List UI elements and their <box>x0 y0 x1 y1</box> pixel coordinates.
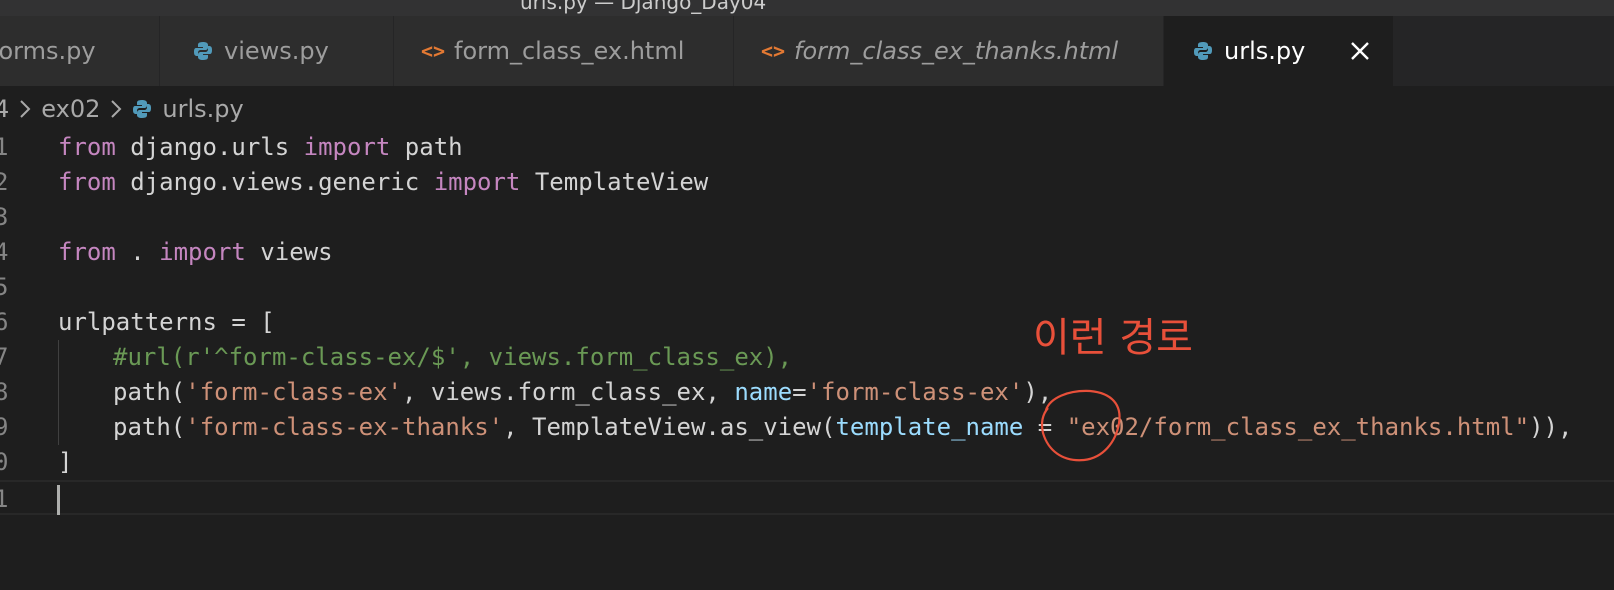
text-cursor <box>57 485 60 515</box>
python-icon <box>132 99 152 119</box>
window-title: urls.py — Django_Day04 <box>520 0 767 14</box>
indent-guide <box>58 410 59 445</box>
annotation-label: 이런 경로 <box>1033 315 1193 361</box>
line-number: 9 <box>0 413 9 441</box>
line-number: 3 <box>0 203 9 231</box>
line-number: 7 <box>0 343 9 371</box>
breadcrumb: 4 ex02 urls.py <box>0 86 1614 132</box>
code-line: 0 ] <box>0 445 1614 480</box>
tab-label: form_class_ex_thanks.html <box>794 37 1119 65</box>
tab-label: form_class_ex.html <box>454 37 685 65</box>
code-line: 8 path('form-class-ex', views.form_class… <box>0 375 1614 410</box>
code-line: 4 from . import views <box>0 235 1614 270</box>
line-number: 5 <box>0 273 9 301</box>
tab-label: forms.py <box>0 37 96 65</box>
python-icon <box>1186 41 1220 61</box>
code-editor[interactable]: 1 from django.urls import path 2 from dj… <box>0 130 1614 515</box>
code-line: 9 path('form-class-ex-thanks', TemplateV… <box>0 410 1614 445</box>
line-number: 6 <box>0 308 9 336</box>
code-text: urlpatterns = [ <box>58 308 275 336</box>
line-number: 4 <box>0 238 9 266</box>
code-line: 3 <box>0 200 1614 235</box>
code-line: 1 from django.urls import path <box>0 130 1614 165</box>
code-line: 6 urlpatterns = [ <box>0 305 1614 340</box>
code-icon: <> <box>760 39 786 63</box>
code-line: 7 #url(r'^form-class-ex/$', views.form_c… <box>0 340 1614 375</box>
code-line: 5 <box>0 270 1614 305</box>
code-text: from django.urls import path <box>58 133 463 161</box>
tab-views-py[interactable]: views.py <box>160 16 394 86</box>
code-text: from django.views.generic import Templat… <box>58 168 709 196</box>
chevron-right-icon <box>111 100 122 118</box>
tab-bar: forms.py views.py <> form_class_ex.html … <box>0 16 1614 86</box>
chevron-right-icon <box>20 100 31 118</box>
line-number: 1 <box>0 485 9 513</box>
tab-label: urls.py <box>1224 37 1306 65</box>
breadcrumb-root[interactable]: 4 <box>0 95 9 123</box>
close-icon[interactable] <box>1347 38 1373 64</box>
code-text: path('form-class-ex', views.form_class_e… <box>113 378 1053 406</box>
indent-guide <box>58 340 59 375</box>
code-text: from . import views <box>58 238 333 266</box>
tab-label: views.py <box>224 37 329 65</box>
title-bar: urls.py — Django_Day04 <box>0 0 1614 16</box>
code-text: path('form-class-ex-thanks', TemplateVie… <box>113 413 1573 441</box>
line-number: 1 <box>0 133 9 161</box>
breadcrumb-folder[interactable]: ex02 <box>41 95 100 123</box>
code-text: ] <box>58 448 73 476</box>
indent-guide <box>58 375 59 410</box>
code-icon: <> <box>420 39 446 63</box>
tab-form-class-ex-html[interactable]: <> form_class_ex.html <box>394 16 734 86</box>
code-line: 2 from django.views.generic import Templ… <box>0 165 1614 200</box>
breadcrumb-file[interactable]: urls.py <box>162 95 243 123</box>
current-line: 1 <box>0 480 1614 515</box>
code-comment: #url(r'^form-class-ex/$', views.form_cla… <box>113 343 793 371</box>
tab-urls-py[interactable]: urls.py <box>1164 16 1394 86</box>
tab-form-class-ex-thanks-html[interactable]: <> form_class_ex_thanks.html <box>734 16 1164 86</box>
python-icon <box>186 41 220 61</box>
line-number: 2 <box>0 168 9 196</box>
line-number: 8 <box>0 378 9 406</box>
line-number: 0 <box>0 448 9 476</box>
tab-forms-py[interactable]: forms.py <box>0 16 160 86</box>
